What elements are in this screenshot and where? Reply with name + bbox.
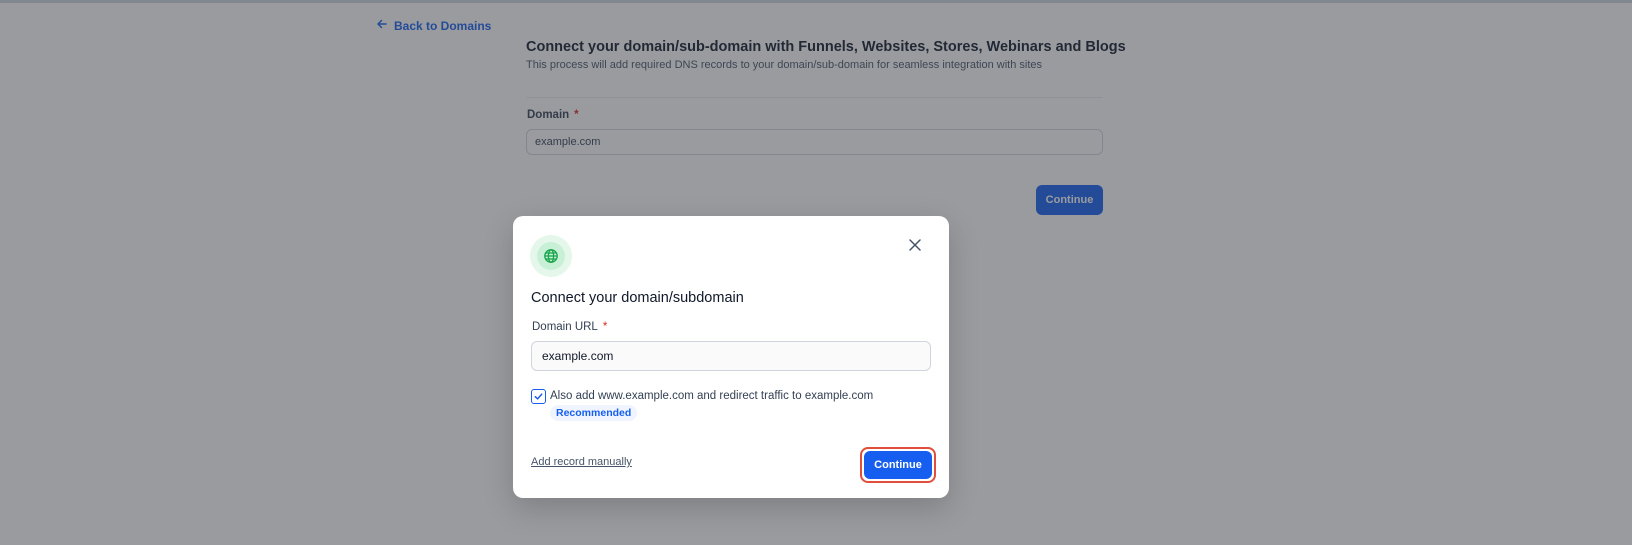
- domain-url-label-text: Domain URL: [532, 321, 598, 333]
- globe-icon-badge: [530, 235, 572, 277]
- required-marker: *: [602, 321, 608, 333]
- close-icon[interactable]: [906, 236, 924, 254]
- add-record-manually-link[interactable]: Add record manually: [531, 456, 632, 468]
- globe-icon: [537, 242, 565, 270]
- www-redirect-label: Also add www.example.com and redirect tr…: [550, 390, 874, 402]
- modal-continue-button[interactable]: Continue: [864, 451, 932, 479]
- domain-url-label: Domain URL *: [532, 321, 607, 333]
- modal-title: Connect your domain/subdomain: [531, 290, 744, 306]
- recommended-badge: Recommended: [550, 405, 638, 421]
- domain-url-input[interactable]: example.com: [531, 341, 931, 371]
- checkmark-icon: [534, 393, 543, 400]
- connect-domain-modal: Connect your domain/subdomain Domain URL…: [513, 216, 949, 498]
- www-redirect-checkbox[interactable]: [531, 389, 546, 404]
